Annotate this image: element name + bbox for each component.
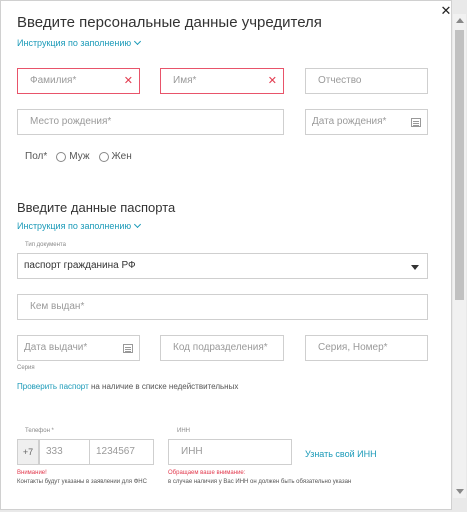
error-x-icon: ✕ (267, 75, 277, 87)
birthplace-placeholder: Место рождения* (30, 116, 112, 127)
series-label: Серия (17, 365, 35, 371)
phone-code-placeholder: 333 (46, 446, 63, 457)
passport-section-title: Введите данные паспорта (17, 200, 176, 215)
calendar-icon[interactable] (123, 344, 133, 353)
inn-label: ИНН (177, 428, 190, 434)
passport-instruction-label: Инструкция по заполнению (17, 221, 132, 231)
radio-icon (98, 151, 109, 162)
phone-code-field[interactable]: 333 (39, 439, 90, 465)
scrollbar-thumb[interactable] (455, 30, 464, 300)
surname-placeholder: Фамилия* (30, 75, 77, 86)
issued-by-field[interactable]: Кем выдан* (17, 294, 428, 320)
issued-by-placeholder: Кем выдан* (30, 301, 85, 312)
phone-label: Телефон * (25, 428, 54, 434)
patronymic-field[interactable]: Отчество (305, 68, 428, 94)
phone-number-field[interactable]: 1234567 (89, 439, 154, 465)
gender-group: Пол* Муж Жен (25, 151, 132, 162)
inn-placeholder: ИНН (181, 446, 203, 457)
division-code-field[interactable]: Код подразделения* (160, 335, 284, 361)
issue-date-field[interactable]: Дата выдачи* (17, 335, 140, 361)
dropdown-arrow-icon (411, 265, 419, 270)
founder-instruction-label: Инструкция по заполнению (17, 38, 132, 48)
surname-field[interactable]: Фамилия* ✕ (17, 68, 140, 94)
error-x-icon: ✕ (123, 75, 133, 87)
check-passport-link[interactable]: Проверить паспорт (17, 382, 89, 391)
inn-field[interactable]: ИНН (168, 439, 292, 465)
birthdate-placeholder: Дата рождения* (312, 116, 387, 127)
chevron-down-icon (134, 220, 142, 229)
phone-warning: Внимание! (17, 470, 47, 476)
name-field[interactable]: Имя* ✕ (160, 68, 284, 94)
patronymic-placeholder: Отчество (318, 75, 362, 86)
series-number-placeholder: Серия, Номер* (318, 342, 388, 353)
founder-instruction-link[interactable]: Инструкция по заполнению (17, 37, 142, 48)
passport-check-row: Проверить паспорт на наличие в списке не… (17, 382, 238, 391)
birthdate-field[interactable]: Дата рождения* (305, 109, 428, 135)
passport-instruction-link[interactable]: Инструкция по заполнению (17, 220, 142, 231)
name-placeholder: Имя* (173, 75, 197, 86)
gender-label: Пол* (25, 151, 48, 162)
doc-type-value: паспорт гражданина РФ (24, 260, 136, 271)
gender-male-label: Муж (69, 151, 90, 162)
calendar-icon[interactable] (411, 118, 421, 127)
chevron-down-icon (134, 37, 142, 46)
series-number-field[interactable]: Серия, Номер* (305, 335, 428, 361)
inn-warning: Обращаем ваше внимание: (168, 470, 246, 476)
phone-note: Контакты будут указаны в заявлении для Ф… (17, 479, 147, 485)
scroll-up-icon[interactable] (456, 18, 464, 23)
check-passport-text: на наличие в списке недействительных (88, 382, 239, 391)
gender-male-radio[interactable]: Муж (56, 151, 90, 162)
founder-modal: Введите персональные данные учредителя И… (0, 0, 452, 510)
phone-prefix: +7 (17, 439, 39, 465)
founder-section-title: Введите персональные данные учредителя (17, 14, 322, 31)
phone-number-placeholder: 1234567 (96, 446, 135, 457)
birthplace-field[interactable]: Место рождения* (17, 109, 284, 135)
issue-date-placeholder: Дата выдачи* (24, 342, 88, 353)
doc-type-label: Тип документа (25, 242, 66, 248)
radio-icon (56, 151, 67, 162)
find-inn-link[interactable]: Узнать свой ИНН (305, 449, 377, 459)
inn-note: в случае наличия у Вас ИНН он должен быт… (168, 479, 352, 485)
close-icon[interactable]: ✕ (439, 4, 453, 18)
division-code-placeholder: Код подразделения* (173, 342, 268, 353)
scroll-down-icon[interactable] (456, 489, 464, 494)
gender-female-radio[interactable]: Жен (98, 151, 132, 162)
gender-female-label: Жен (111, 151, 132, 162)
scrollbar[interactable] (453, 14, 466, 498)
doc-type-select[interactable]: паспорт гражданина РФ (17, 253, 428, 279)
